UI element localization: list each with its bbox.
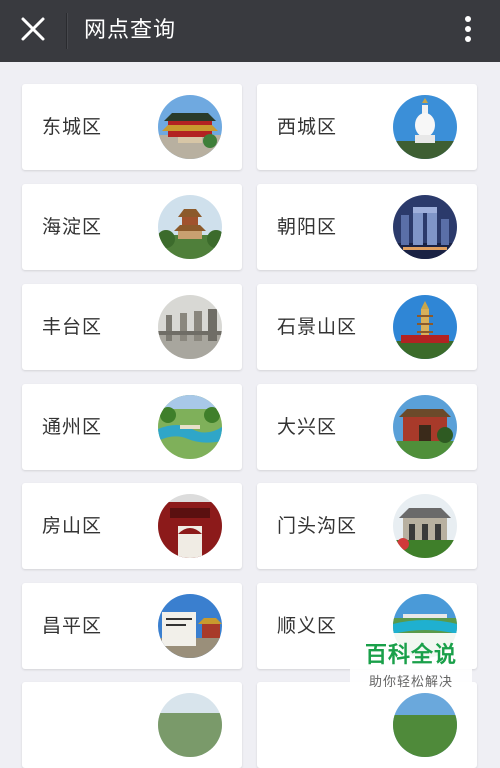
header-divider: [66, 13, 67, 49]
red-gate-photo: [158, 494, 222, 558]
district-label: 西城区: [277, 116, 338, 138]
district-label: 顺义区: [277, 615, 338, 637]
district-card-chaoyang[interactable]: 朝阳区: [257, 184, 477, 270]
forbidden-city-gate-photo: [158, 95, 222, 159]
district-card-dongcheng[interactable]: 东城区: [22, 84, 242, 170]
district-card-xicheng[interactable]: 西城区: [257, 84, 477, 170]
district-card-changping[interactable]: 昌平区: [22, 583, 242, 669]
page-title: 网点查询: [84, 18, 177, 43]
watermark-subtitle: 助你轻松解决: [368, 675, 453, 690]
district-label: 房山区: [42, 515, 103, 537]
district-label: 门头沟区: [277, 515, 358, 537]
district-card-fangshan[interactable]: 房山区: [22, 483, 242, 569]
district-grid: 东城区 西城区 海淀区 朝阳区 丰台区 石景山区 通州区 大兴区 房山区 门头沟…: [0, 62, 500, 768]
district-label: 丰台区: [42, 316, 103, 338]
partial-photo: [158, 693, 222, 757]
summer-palace-tower-photo: [158, 195, 222, 259]
canal-park-photo: [158, 395, 222, 459]
pagoda-photo: [393, 295, 457, 359]
memorial-hall-photo: [393, 494, 457, 558]
district-card-fengtai[interactable]: 丰台区: [22, 284, 242, 370]
partial-photo: [393, 693, 457, 757]
watermark-title: 百科全说: [364, 643, 457, 668]
lugou-bridge-lions-photo: [158, 295, 222, 359]
district-label: 海淀区: [42, 216, 103, 238]
district-label: 石景山区: [277, 316, 358, 338]
gate-park-photo: [393, 395, 457, 459]
district-card-shijingshan[interactable]: 石景山区: [257, 284, 477, 370]
district-label: 大兴区: [277, 416, 338, 438]
more-vertical-icon: [464, 15, 472, 47]
district-card-tongzhou[interactable]: 通州区: [22, 384, 242, 470]
district-label: 通州区: [42, 416, 103, 438]
cctv-tower-photo: [393, 195, 457, 259]
district-label: 东城区: [42, 116, 103, 138]
close-button[interactable]: [10, 8, 56, 54]
district-card-partial-right[interactable]: [257, 682, 477, 768]
close-icon: [20, 16, 46, 46]
district-label: 昌平区: [42, 615, 103, 637]
district-label: 朝阳区: [277, 216, 338, 238]
white-pagoda-photo: [393, 95, 457, 159]
watermark: 百科全说 助你轻松解决: [350, 633, 472, 690]
title-bar: 网点查询: [0, 0, 500, 62]
district-card-daxing[interactable]: 大兴区: [257, 384, 477, 470]
more-button[interactable]: [448, 8, 488, 54]
district-card-mentougou[interactable]: 门头沟区: [257, 483, 477, 569]
district-card-haidian[interactable]: 海淀区: [22, 184, 242, 270]
ming-tombs-stele-photo: [158, 594, 222, 658]
district-card-partial-left[interactable]: [22, 682, 242, 768]
